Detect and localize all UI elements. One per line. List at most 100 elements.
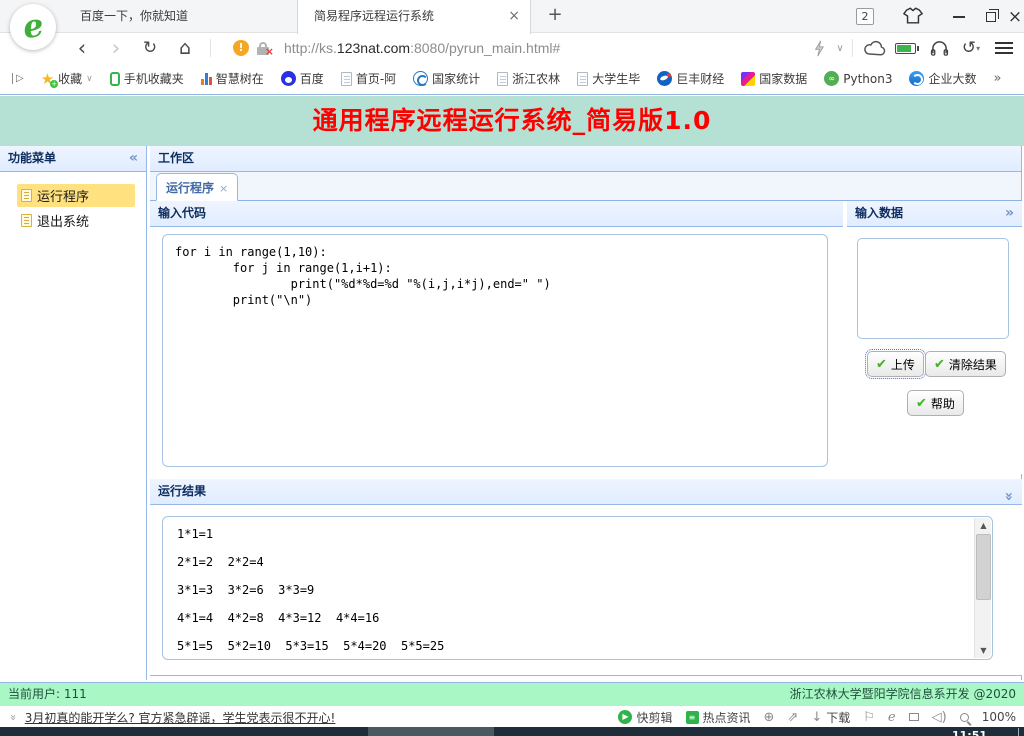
bookmark-mobile-favorites[interactable]: 手机收藏夹 — [110, 70, 184, 87]
scroll-down-icon[interactable]: ▼ — [975, 643, 992, 658]
ticker-chevron-icon[interactable]: » — [7, 714, 20, 721]
headphones-icon[interactable] — [926, 33, 952, 63]
bookmark-enterprise-data[interactable]: 企业大数 — [909, 70, 976, 87]
chevron-down-icon: ∨ — [86, 74, 93, 84]
bookmark-homepage[interactable]: 首页-阿 — [341, 70, 396, 87]
expand-icon: ▷ — [12, 73, 24, 84]
workspace-tabstrip: 运行程序 × — [150, 172, 1021, 201]
bookmark-graduate[interactable]: 大学生毕 — [577, 70, 640, 87]
bookmark-national-data[interactable]: 国家数据 — [741, 70, 807, 87]
cloud-sync-icon[interactable] — [860, 33, 890, 63]
sidebar-item-exit-system[interactable]: 退出系统 — [17, 209, 135, 232]
url-suffix: :8080/pyrun_main.html# — [410, 40, 560, 56]
url-prefix: http://ks. — [284, 40, 337, 56]
zoom-magnifier-icon[interactable] — [960, 713, 969, 722]
tab-label: 运行程序 — [166, 181, 214, 195]
upload-button[interactable]: ✔上传 — [867, 351, 924, 377]
collapse-down-icon[interactable]: « — [997, 492, 1022, 501]
undo-history-icon[interactable]: ↺▾ — [958, 33, 984, 63]
python-icon: ∞ — [824, 71, 839, 86]
restore-button[interactable] — [978, 0, 1004, 33]
rocket-booster-icon[interactable]: ⇗ — [787, 710, 798, 725]
speaker-icon[interactable]: ◁) — [932, 710, 947, 725]
workspace-title: 工作区 — [158, 151, 194, 165]
navigation-bar: ‹ › ↻ ⌂ ! × http://ks.123nat.com:8080/py… — [0, 33, 1024, 63]
window-layout-icon[interactable] — [909, 713, 919, 721]
browser-logo-icon[interactable]: e — [10, 4, 56, 50]
enterprise-icon — [909, 71, 924, 86]
equalizer-icon — [201, 73, 212, 85]
scroll-up-icon[interactable]: ▲ — [975, 518, 992, 533]
bookmark-python3[interactable]: ∞Python3 — [824, 71, 892, 86]
check-icon: ✔ — [876, 357, 887, 372]
home-button[interactable]: ⌂ — [173, 33, 197, 63]
play-icon: ▶ — [618, 710, 632, 724]
insecure-lock-icon: × — [257, 42, 269, 55]
result-output-area[interactable]: 1*1=1 2*1=2 2*2=4 3*1=3 3*2=6 3*3=9 4*1=… — [162, 516, 993, 660]
quick-clip-button[interactable]: ▶快剪辑 — [618, 709, 672, 726]
new-tab-button[interactable]: + — [543, 4, 567, 25]
close-window-button[interactable]: × — [1002, 0, 1024, 33]
browser-bottom-bar: » 3月初真的能开学么? 官方紧急辟谣，学生党表示很不开心! ▶快剪辑 ≡热点资… — [0, 705, 1024, 727]
sidebar-item-run-program[interactable]: 运行程序 — [17, 184, 135, 207]
tab-close-icon[interactable]: × — [219, 182, 228, 195]
check-icon: ✔ — [916, 396, 927, 411]
data-panel-header: 输入数据 » — [847, 201, 1022, 227]
back-button[interactable]: ‹ — [70, 33, 94, 63]
result-panel-header: 运行结果 « — [150, 479, 1022, 505]
page-icon — [497, 72, 508, 86]
tab-run-program[interactable]: 运行程序 × — [156, 173, 238, 201]
address-url[interactable]: http://ks.123nat.com:8080/pyrun_main.htm… — [284, 33, 560, 63]
minimize-button[interactable] — [946, 0, 972, 33]
divider — [1018, 728, 1019, 736]
result-scrollbar[interactable]: ▲ ▼ — [974, 518, 991, 658]
workspace-region: 工作区 运行程序 × 输入代码 for i in range(1,10): for… — [150, 146, 1022, 680]
forward-button[interactable]: › — [104, 33, 128, 63]
site-warning-icon[interactable]: ! — [233, 40, 249, 56]
zoom-level-label[interactable]: 100% — [982, 710, 1016, 724]
bookmark-sidebar-expand[interactable]: ▷ — [12, 73, 24, 84]
sidebar-panel: 功能菜单 « 运行程序 退出系统 — [0, 146, 147, 680]
divider — [852, 39, 853, 57]
tab-baidu[interactable]: 百度一下，你就知道 — [64, 0, 296, 33]
tab-count-badge[interactable]: 2 — [856, 8, 874, 25]
help-button[interactable]: ✔帮助 — [907, 390, 964, 416]
bookmark-favorites[interactable]: ★+收藏∨ — [41, 70, 93, 87]
menu-hamburger-icon[interactable] — [995, 42, 1013, 57]
expand-right-icon[interactable]: » — [1005, 201, 1014, 226]
code-panel: 输入代码 for i in range(1,10): for j in rang… — [150, 201, 843, 474]
download-button[interactable]: ↓下载 — [811, 709, 850, 726]
reload-button[interactable]: ↻ — [138, 33, 162, 63]
bookmark-jufeng[interactable]: 巨丰财经 — [657, 70, 724, 87]
bookmark-zhihuishu[interactable]: 智慧树在 — [201, 70, 264, 87]
tab-close-icon[interactable]: × — [508, 0, 520, 33]
hot-news-button[interactable]: ≡热点资讯 — [686, 709, 751, 726]
bookmark-stats-bureau[interactable]: 国家统计 — [413, 70, 480, 87]
bookmark-zafu[interactable]: 浙江农林 — [497, 70, 560, 87]
code-input-area[interactable]: for i in range(1,10): for j in range(1,i… — [162, 234, 828, 467]
code-panel-header: 输入代码 — [150, 201, 843, 227]
restore-icon — [986, 12, 996, 22]
result-panel-title: 运行结果 — [158, 484, 206, 498]
collapse-left-icon[interactable]: « — [129, 146, 138, 171]
data-panel-title: 输入数据 — [855, 206, 903, 220]
battery-icon[interactable] — [895, 43, 916, 54]
code-text[interactable]: for i in range(1,10): for j in range(1,i… — [163, 235, 827, 317]
flag-report-icon[interactable]: ⚐ — [863, 710, 875, 725]
url-domain: 123nat.com — [337, 40, 410, 56]
ie-mode-icon[interactable]: e — [888, 710, 896, 725]
game-center-icon[interactable]: ⊕ — [764, 710, 775, 725]
bookmarks-overflow-button[interactable]: » — [993, 71, 1001, 86]
tab-pyrun-active[interactable]: 简易程序远程运行系统 × — [297, 0, 531, 34]
news-link[interactable]: 3月初真的能开学么? 官方紧急辟谣，学生党表示很不开心! — [25, 711, 336, 725]
data-input-textarea[interactable] — [857, 238, 1009, 339]
chevron-down-icon[interactable]: ∨ — [832, 33, 848, 63]
clear-result-button[interactable]: ✔清除结果 — [925, 351, 1006, 377]
phone-icon — [110, 72, 120, 86]
flash-lightning-icon[interactable] — [808, 33, 830, 63]
theme-shirt-icon[interactable] — [903, 7, 923, 25]
taskbar-app-segment[interactable] — [368, 727, 494, 736]
scrollbar-thumb[interactable] — [976, 534, 991, 600]
tab-bar: e 百度一下，你就知道 简易程序远程运行系统 × + 2 × — [0, 0, 1024, 33]
bookmark-baidu[interactable]: 百度 — [281, 70, 324, 87]
